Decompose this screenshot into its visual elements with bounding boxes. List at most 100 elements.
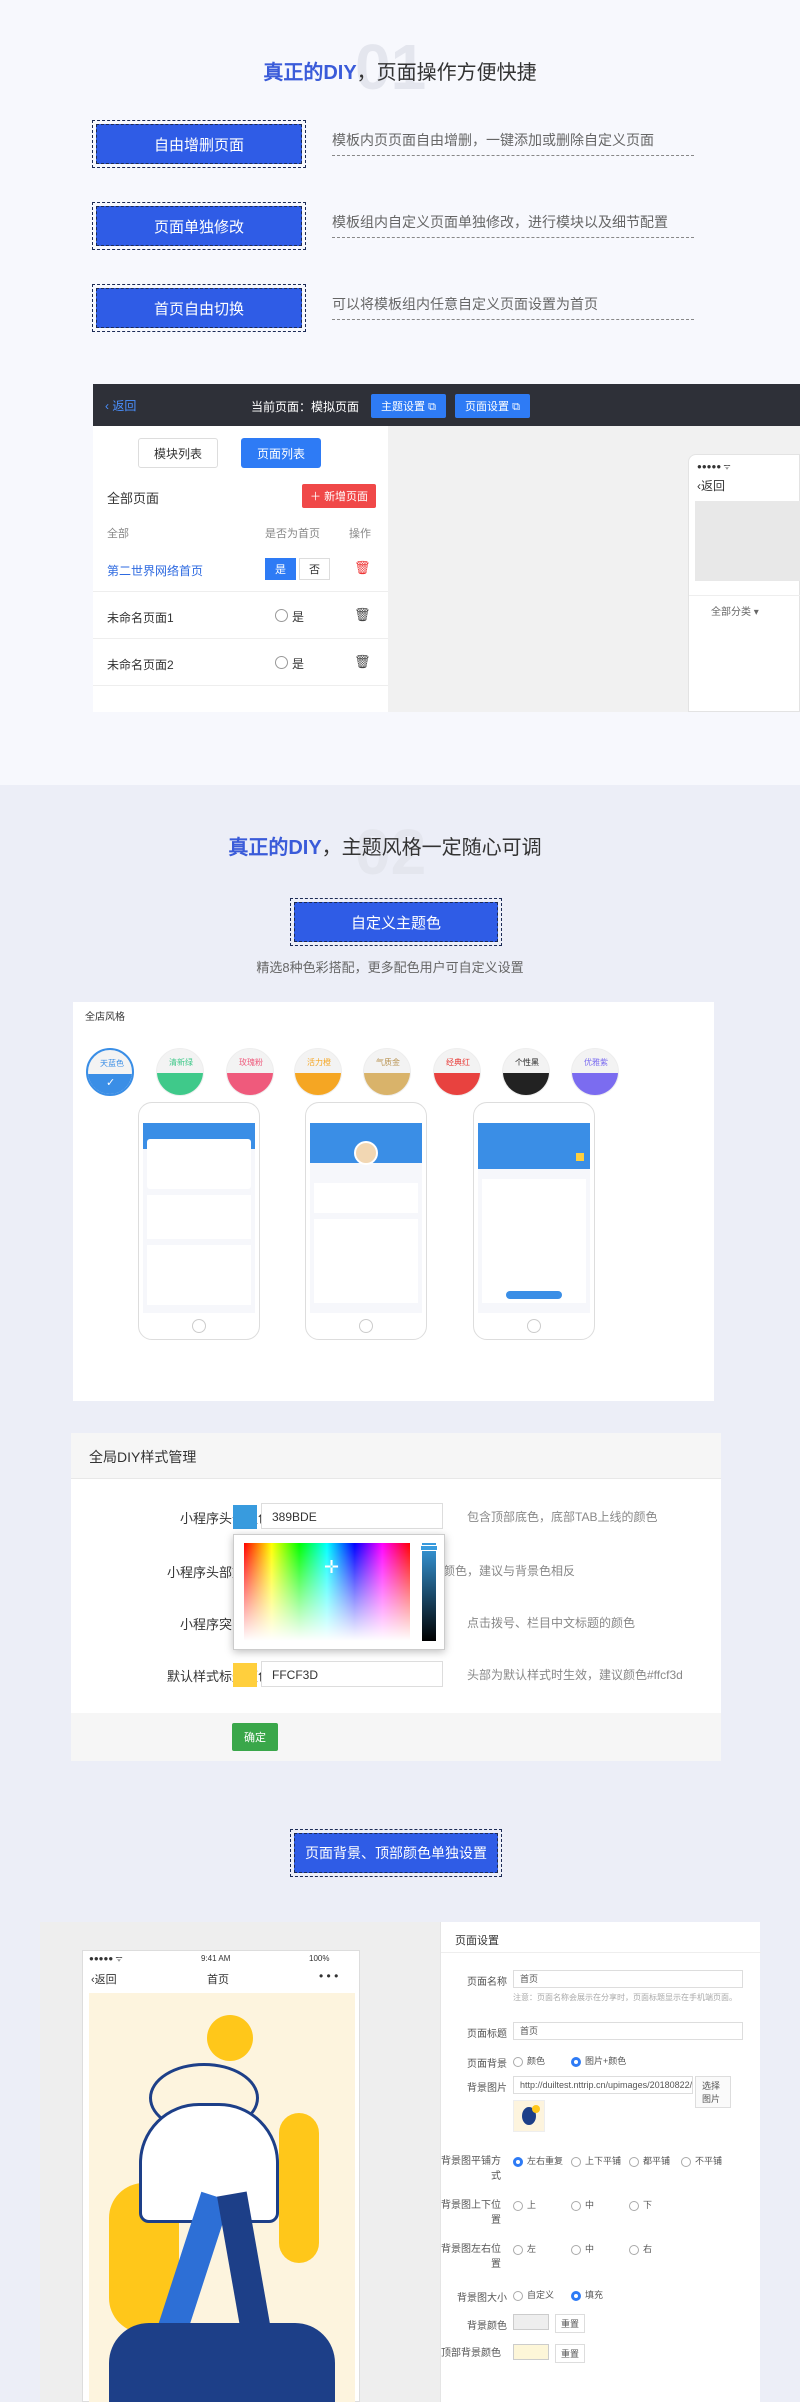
feature-add-delete-pages-button[interactable]: 自由增删页面 [92, 120, 306, 168]
tab-pages[interactable]: 页面列表 [241, 438, 321, 468]
home-no-button[interactable]: 否 [299, 558, 330, 580]
size-cover-radio[interactable]: 填充 [571, 2288, 603, 2301]
tile-no-repeat-radio[interactable]: 不平铺 [681, 2154, 722, 2167]
bg-color-radio[interactable]: 颜色 [513, 2054, 545, 2067]
settings-title: 页面设置 [455, 1935, 499, 1947]
page-title-input[interactable]: 首页 [513, 2022, 743, 2040]
phone-preview-member [305, 1102, 427, 1340]
page-name-hint: 注意：页面名称会展示在分享时，页面标题显示在手机端页面。 [513, 1993, 737, 2002]
feature-desc: 可以将模板组内任意自定义页面设置为首页 [332, 288, 694, 320]
color-input[interactable]: 389BDE [261, 1503, 443, 1529]
theme-swatch-red[interactable]: 经典红 [433, 1048, 481, 1096]
table-row: 未命名页面1 是 🗑 [93, 593, 388, 639]
signal-icon: ●●●●● ᯤ [697, 462, 731, 471]
hpos-center-radio[interactable]: 中 [571, 2242, 594, 2255]
col-actions: 操作 [349, 528, 371, 540]
phone-back[interactable]: ‹返回 [91, 1971, 117, 1987]
avatar [354, 1141, 378, 1165]
trash-icon[interactable]: 🗑 [354, 654, 371, 670]
feature-desc: 模板组内自定义页面单独修改，进行模块以及细节配置 [332, 206, 694, 238]
category-dropdown[interactable]: 全部分类 ▾ [711, 603, 759, 618]
theme-swatch-blue[interactable]: 天蓝色 ✓ [86, 1048, 134, 1096]
style-manager-title: 全局DIY样式管理 [89, 1449, 197, 1465]
page-name[interactable]: 第二世界网络首页 [107, 562, 203, 579]
theme-style-panel: 全店风格 天蓝色 ✓ 清新绿 玫瑰粉 活力橙 气质金 经典红 个性黑 优雅紫 [73, 1002, 714, 1401]
table-row: 未命名页面2 是 🗑 [93, 640, 388, 686]
caret-down-icon: ▾ [753, 607, 759, 618]
section-theme: 02 真正的DIY，主题风格一定随心可调 自定义主题色 精选8种色彩搭配，更多配… [0, 785, 800, 2402]
feature-edit-page-button[interactable]: 页面单独修改 [92, 202, 306, 250]
table-row: 第二世界网络首页 是 否 🗑 [93, 546, 388, 592]
confirm-button[interactable]: 确定 [232, 1723, 278, 1751]
page-name[interactable]: 未命名页面1 [107, 609, 174, 626]
hpos-right-radio[interactable]: 右 [629, 2242, 652, 2255]
brightness-slider[interactable] [422, 1543, 436, 1641]
custom-theme-color-button[interactable]: 自定义主题色 [290, 898, 502, 946]
external-link-icon: ⧉ [428, 401, 436, 413]
vpos-top-radio[interactable]: 上 [513, 2198, 536, 2211]
trash-icon[interactable]: 🗑 [354, 560, 371, 576]
style-row-title-color: 默认样式标题颜色 FFCF3D 头部为默认样式时生效，建议颜色#ffcf3d [71, 1659, 781, 1689]
phone-back[interactable]: ‹返回 [697, 477, 725, 494]
theme-swatch-orange[interactable]: 活力橙 [294, 1048, 342, 1096]
page-name-input[interactable]: 首页 [513, 1970, 743, 1988]
section-page-operations: 01 真正的DIY，页面操作方便快捷 自由增删页面 模板内页页面自由增删，一键添… [0, 0, 800, 785]
slider-handle[interactable] [420, 1545, 438, 1551]
tile-repeat-radio[interactable]: 都平铺 [629, 2154, 670, 2167]
reset-top-color-button[interactable]: 重置 [555, 2344, 586, 2363]
signal-icon: ●●●●● ᯤ [89, 1954, 123, 1963]
page-background-button[interactable]: 页面背景、顶部颜色单独设置 [290, 1829, 502, 1877]
background-illustration [89, 1993, 355, 2402]
home-radio[interactable]: 是 [275, 608, 304, 624]
section-title: 真正的DIY，主题风格一定随心可调 [228, 837, 542, 859]
store-style-label: 全店风格 [85, 1012, 125, 1023]
size-custom-radio[interactable]: 自定义 [513, 2288, 554, 2301]
color-swatch[interactable] [233, 1663, 257, 1687]
phone-preview: ●●●●● ᯤ 9:41 AM 100% ‹返回 首页 • • • [82, 1950, 360, 2402]
vpos-middle-radio[interactable]: 中 [571, 2198, 594, 2211]
page-settings-button[interactable]: 页面设置 ⧉ [455, 394, 530, 418]
hpos-left-radio[interactable]: 左 [513, 2242, 536, 2255]
bg-image-url-input[interactable]: http://duiltest.nttrip.cn/upimages/20180… [513, 2076, 693, 2094]
feature-switch-home-button[interactable]: 首页自由切换 [92, 284, 306, 332]
home-yes-button[interactable]: 是 [265, 558, 296, 580]
tile-repeat-x-radio[interactable]: 左右重复 [513, 2154, 563, 2167]
page-settings-screenshot: ●●●●● ᯤ 9:41 AM 100% ‹返回 首页 • • • 页面设置 页 [40, 1922, 761, 2402]
theme-swatch-gold[interactable]: 气质金 [363, 1048, 411, 1096]
theme-swatch-green[interactable]: 清新绿 [156, 1048, 204, 1096]
top-color-swatch[interactable] [513, 2344, 549, 2360]
color-swatch[interactable] [233, 1505, 257, 1529]
tab-modules[interactable]: 模块列表 [138, 438, 218, 468]
bg-color-swatch[interactable] [513, 2314, 549, 2330]
phone-preview: ●●●●● ᯤ ‹返回 全部分类 ▾ [688, 454, 800, 712]
current-page-label: 当前页面：模拟页面 [251, 400, 360, 414]
theme-swatch-black[interactable]: 个性黑 [502, 1048, 550, 1096]
bg-image-color-radio[interactable]: 图片+颜色 [571, 2054, 626, 2067]
theme-swatch-purple[interactable]: 优雅紫 [571, 1048, 619, 1096]
trash-icon[interactable]: 🗑 [354, 607, 371, 623]
theme-settings-button[interactable]: 主题设置 ⧉ [371, 394, 446, 418]
page-list-panel: 模块列表 页面列表 全部页面 ＋ 新增页面 全部 是否为首页 操作 第二世界网络… [93, 426, 388, 712]
page-list-screenshot: ‹ 返回 当前页面：模拟页面 主题设置 ⧉ 页面设置 ⧉ 模块列表 页面列表 全… [93, 384, 800, 712]
check-icon: ✓ [106, 1077, 116, 1089]
reset-bg-color-button[interactable]: 重置 [555, 2314, 586, 2333]
crosshair-icon[interactable]: ✛ [324, 1557, 339, 1578]
home-radio[interactable]: 是 [275, 655, 304, 671]
tile-repeat-y-radio[interactable]: 上下平铺 [571, 2154, 621, 2167]
editor-top-bar: ‹ 返回 当前页面：模拟页面 主题设置 ⧉ 页面设置 ⧉ [93, 384, 800, 426]
page-settings-form: 页面设置 页面名称 首页 注意：页面名称会展示在分享时，页面标题显示在手机端页面… [440, 1922, 761, 2402]
choose-image-button[interactable]: 选择图片 [695, 2076, 731, 2108]
add-page-button[interactable]: ＋ 新增页面 [302, 484, 377, 508]
color-input[interactable]: FFCF3D [261, 1661, 443, 1687]
color-picker-popup[interactable]: ✛ [233, 1534, 445, 1650]
theme-subtitle: 精选8种色彩搭配，更多配色用户可自定义设置 [256, 960, 524, 975]
home-button-icon [192, 1319, 206, 1333]
vpos-bottom-radio[interactable]: 下 [629, 2198, 652, 2211]
theme-swatch-pink[interactable]: 玫瑰粉 [226, 1048, 274, 1096]
style-row-header-color: 小程序头部主色 389BDE 包含顶部底色，底部TAB上线的颜色 [71, 1501, 781, 1531]
style-manager-panel: 全局DIY样式管理 小程序头部主色 389BDE 包含顶部底色，底部TAB上线的… [71, 1433, 721, 1761]
home-button-icon [527, 1319, 541, 1333]
page-name[interactable]: 未命名页面2 [107, 656, 174, 673]
back-link[interactable]: ‹ 返回 [105, 397, 136, 414]
more-icon[interactable]: • • • [319, 1969, 338, 1983]
